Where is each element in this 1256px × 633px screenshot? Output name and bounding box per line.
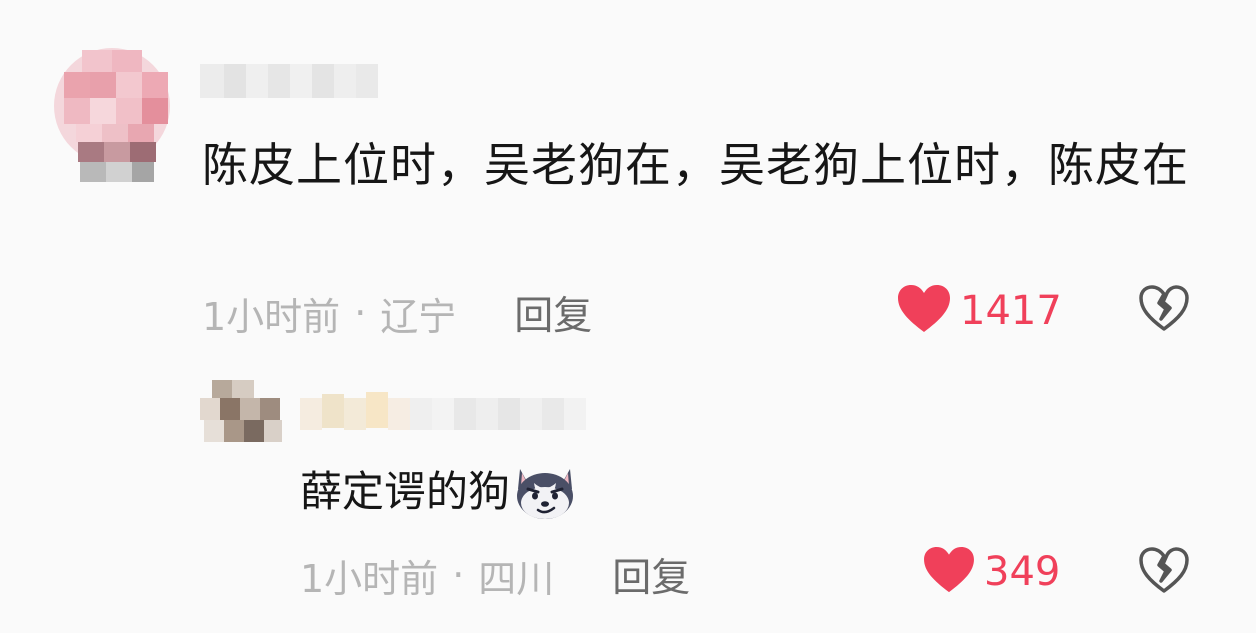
commenter-avatar[interactable] <box>54 44 182 184</box>
reply-text: 薛定谔的狗 <box>300 467 511 516</box>
reply-location: 四川 <box>478 556 555 601</box>
comment-text: 陈皮上位时，吴老狗在，吴老狗上位时，陈皮在 <box>202 138 1189 192</box>
like-button[interactable]: 1417 <box>896 284 1062 338</box>
dog-face-emoji-icon <box>514 463 576 521</box>
broken-heart-outline-icon <box>1138 547 1190 599</box>
reply-meta: 1小时前 · 四川 回复 <box>300 548 690 602</box>
heart-filled-icon <box>922 546 976 598</box>
meta-separator: · <box>354 291 367 335</box>
reply-text-row: 薛定谔的狗 <box>300 462 576 522</box>
comment-time: 1小时前 <box>202 294 341 339</box>
like-count: 349 <box>984 549 1061 595</box>
reply-button[interactable]: 回复 <box>514 285 592 341</box>
comment-meta: 1小时前 · 辽宁 回复 <box>202 286 592 340</box>
reply-username[interactable] <box>300 388 590 440</box>
commenter-username[interactable] <box>200 60 378 102</box>
like-count: 1417 <box>960 288 1062 334</box>
dislike-button[interactable] <box>1138 547 1190 599</box>
meta-separator: · <box>452 553 465 597</box>
like-button[interactable]: 349 <box>922 546 1060 598</box>
dislike-button[interactable] <box>1138 285 1190 337</box>
reply-time: 1小时前 <box>300 556 439 601</box>
comment-location: 辽宁 <box>380 294 457 339</box>
reply-avatar[interactable] <box>200 380 282 446</box>
broken-heart-outline-icon <box>1138 285 1190 337</box>
heart-filled-icon <box>896 284 952 338</box>
reply-button[interactable]: 回复 <box>612 547 690 603</box>
